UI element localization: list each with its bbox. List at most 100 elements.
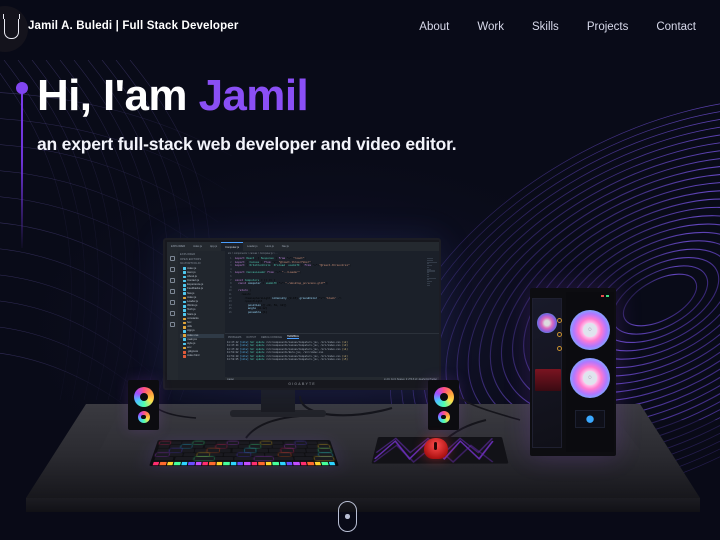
explorer-icon[interactable]: [170, 256, 175, 261]
keyboard-key[interactable]: [272, 441, 284, 445]
keyboard-key[interactable]: [181, 445, 193, 449]
keyboard-key[interactable]: [214, 457, 234, 461]
keyboard-key[interactable]: [158, 445, 170, 449]
keyboard-key[interactable]: [227, 441, 238, 445]
keyboard[interactable]: [149, 440, 339, 467]
nav-item-projects[interactable]: Projects: [587, 21, 629, 33]
keyboard-key[interactable]: [251, 452, 264, 457]
nav-item-skills[interactable]: Skills: [532, 21, 559, 33]
front-io-ports[interactable]: [557, 318, 562, 351]
scroll-down-indicator[interactable]: [338, 501, 357, 532]
keyboard-key[interactable]: [237, 452, 251, 457]
keyboard-key[interactable]: [169, 452, 183, 457]
keyboard-key[interactable]: [215, 445, 227, 449]
keyboard-key[interactable]: [232, 448, 244, 453]
keyboard-key[interactable]: [207, 448, 219, 453]
panel-tab-problems[interactable]: PROBLEMS: [228, 336, 241, 339]
panel-tab-debug[interactable]: DEBUG CONSOLE: [261, 336, 282, 339]
panel-tab-output[interactable]: OUTPUT: [246, 336, 256, 339]
keyboard-key[interactable]: [318, 448, 331, 453]
usb-port-icon[interactable]: [557, 332, 562, 337]
nav-item-work[interactable]: Work: [477, 21, 504, 33]
keyboard-key[interactable]: [216, 441, 227, 445]
run-debug-icon[interactable]: [170, 289, 175, 294]
nav-item-about[interactable]: About: [419, 21, 449, 33]
editor-tab-index[interactable]: index.js: [189, 242, 206, 251]
keyboard-key[interactable]: [194, 457, 214, 461]
keyboard-key[interactable]: [250, 445, 261, 449]
editor-tab-hero[interactable]: Hero.js: [262, 242, 278, 251]
audio-jack-icon[interactable]: [557, 346, 562, 351]
keyboard-key[interactable]: [318, 452, 333, 457]
keyboard-key[interactable]: [284, 445, 296, 449]
keyboard-key[interactable]: [274, 457, 294, 461]
keyboard-key[interactable]: [306, 441, 318, 445]
keyboard-key[interactable]: [294, 441, 306, 445]
logo[interactable]: [0, 6, 28, 52]
keyboard-key[interactable]: [234, 457, 254, 461]
remote-icon[interactable]: [170, 311, 175, 316]
keyboard-key[interactable]: [272, 445, 284, 449]
keyboard-key[interactable]: [250, 441, 261, 445]
keyboard-key[interactable]: [307, 445, 319, 449]
keyboard-key[interactable]: [314, 457, 334, 461]
keyboard-key[interactable]: [196, 452, 210, 457]
editor-tab-app[interactable]: App.js: [206, 242, 221, 251]
explorer-section-open-editors[interactable]: OPEN EDITORS: [180, 258, 224, 261]
mouse[interactable]: [424, 438, 448, 459]
keyboard-key[interactable]: [204, 445, 215, 449]
keyboard-key[interactable]: [183, 452, 197, 457]
keyboard-key[interactable]: [264, 452, 278, 457]
explorer-section-project[interactable]: 3D-PORTFOLIO: [180, 262, 224, 265]
keyboard-key[interactable]: [254, 457, 274, 461]
extensions-icon[interactable]: [170, 300, 175, 305]
keyboard-key[interactable]: [194, 448, 207, 453]
keyboard-key[interactable]: [261, 441, 272, 445]
keyboard-key[interactable]: [157, 448, 170, 453]
search-icon[interactable]: [170, 267, 175, 272]
editor-tab-computer[interactable]: Computer.js: [221, 242, 243, 251]
keyboard-key[interactable]: [170, 441, 182, 445]
keyboard-key[interactable]: [305, 452, 319, 457]
editor-tab-nav[interactable]: Nav.js: [278, 242, 293, 251]
minimap[interactable]: [427, 258, 438, 288]
keyboard-key[interactable]: [224, 452, 237, 457]
keyboard-key[interactable]: [174, 457, 194, 461]
keyboard-key[interactable]: [169, 448, 182, 453]
keyboard-key[interactable]: [204, 441, 216, 445]
keyboard-key[interactable]: [295, 445, 307, 449]
keyboard-key[interactable]: [256, 448, 269, 453]
nav-item-contact[interactable]: Contact: [656, 21, 696, 33]
source-code[interactable]: import React, { Suspense } from "s">"rea…: [233, 256, 439, 333]
keyboard-key[interactable]: [261, 445, 273, 449]
keyboard-key[interactable]: [269, 448, 281, 453]
keyboard-key[interactable]: [306, 448, 319, 453]
keyboard-key[interactable]: [318, 445, 330, 449]
keyboard-key[interactable]: [238, 445, 250, 449]
editor-tab-explorer[interactable]: EXPLORER: [167, 242, 189, 251]
keyboard-key[interactable]: [294, 457, 314, 461]
keyboard-key[interactable]: [193, 441, 205, 445]
keyboard-key[interactable]: [159, 441, 171, 445]
code-area[interactable]: 1 2 3 4 5 6 7 8 9 10 11 12 13 14 15 16 import React, { …: [225, 256, 439, 333]
keyboard-key[interactable]: [227, 445, 238, 449]
keyboard-key[interactable]: [182, 448, 194, 453]
file-list-item[interactable]: index.html: [180, 354, 224, 358]
keyboard-key[interactable]: [244, 448, 256, 453]
keyboard-key[interactable]: [219, 448, 231, 453]
keyboard-key[interactable]: [317, 441, 329, 445]
keyboard-key[interactable]: [278, 452, 292, 457]
keyboard-key[interactable]: [155, 452, 169, 457]
source-control-icon[interactable]: [170, 278, 175, 283]
panel-tab-terminal[interactable]: TERMINAL: [286, 335, 300, 339]
keyboard-key[interactable]: [294, 448, 306, 453]
keyboard-key[interactable]: [154, 457, 174, 461]
keyboard-key[interactable]: [281, 448, 294, 453]
keyboard-key[interactable]: [283, 441, 295, 445]
power-button-icon[interactable]: [557, 318, 562, 323]
history-icon[interactable]: [170, 322, 175, 327]
editor-tab-loader[interactable]: Loader.js: [243, 242, 262, 251]
keyboard-key[interactable]: [182, 441, 193, 445]
keyboard-key[interactable]: [291, 452, 305, 457]
keyboard-key[interactable]: [192, 445, 204, 449]
